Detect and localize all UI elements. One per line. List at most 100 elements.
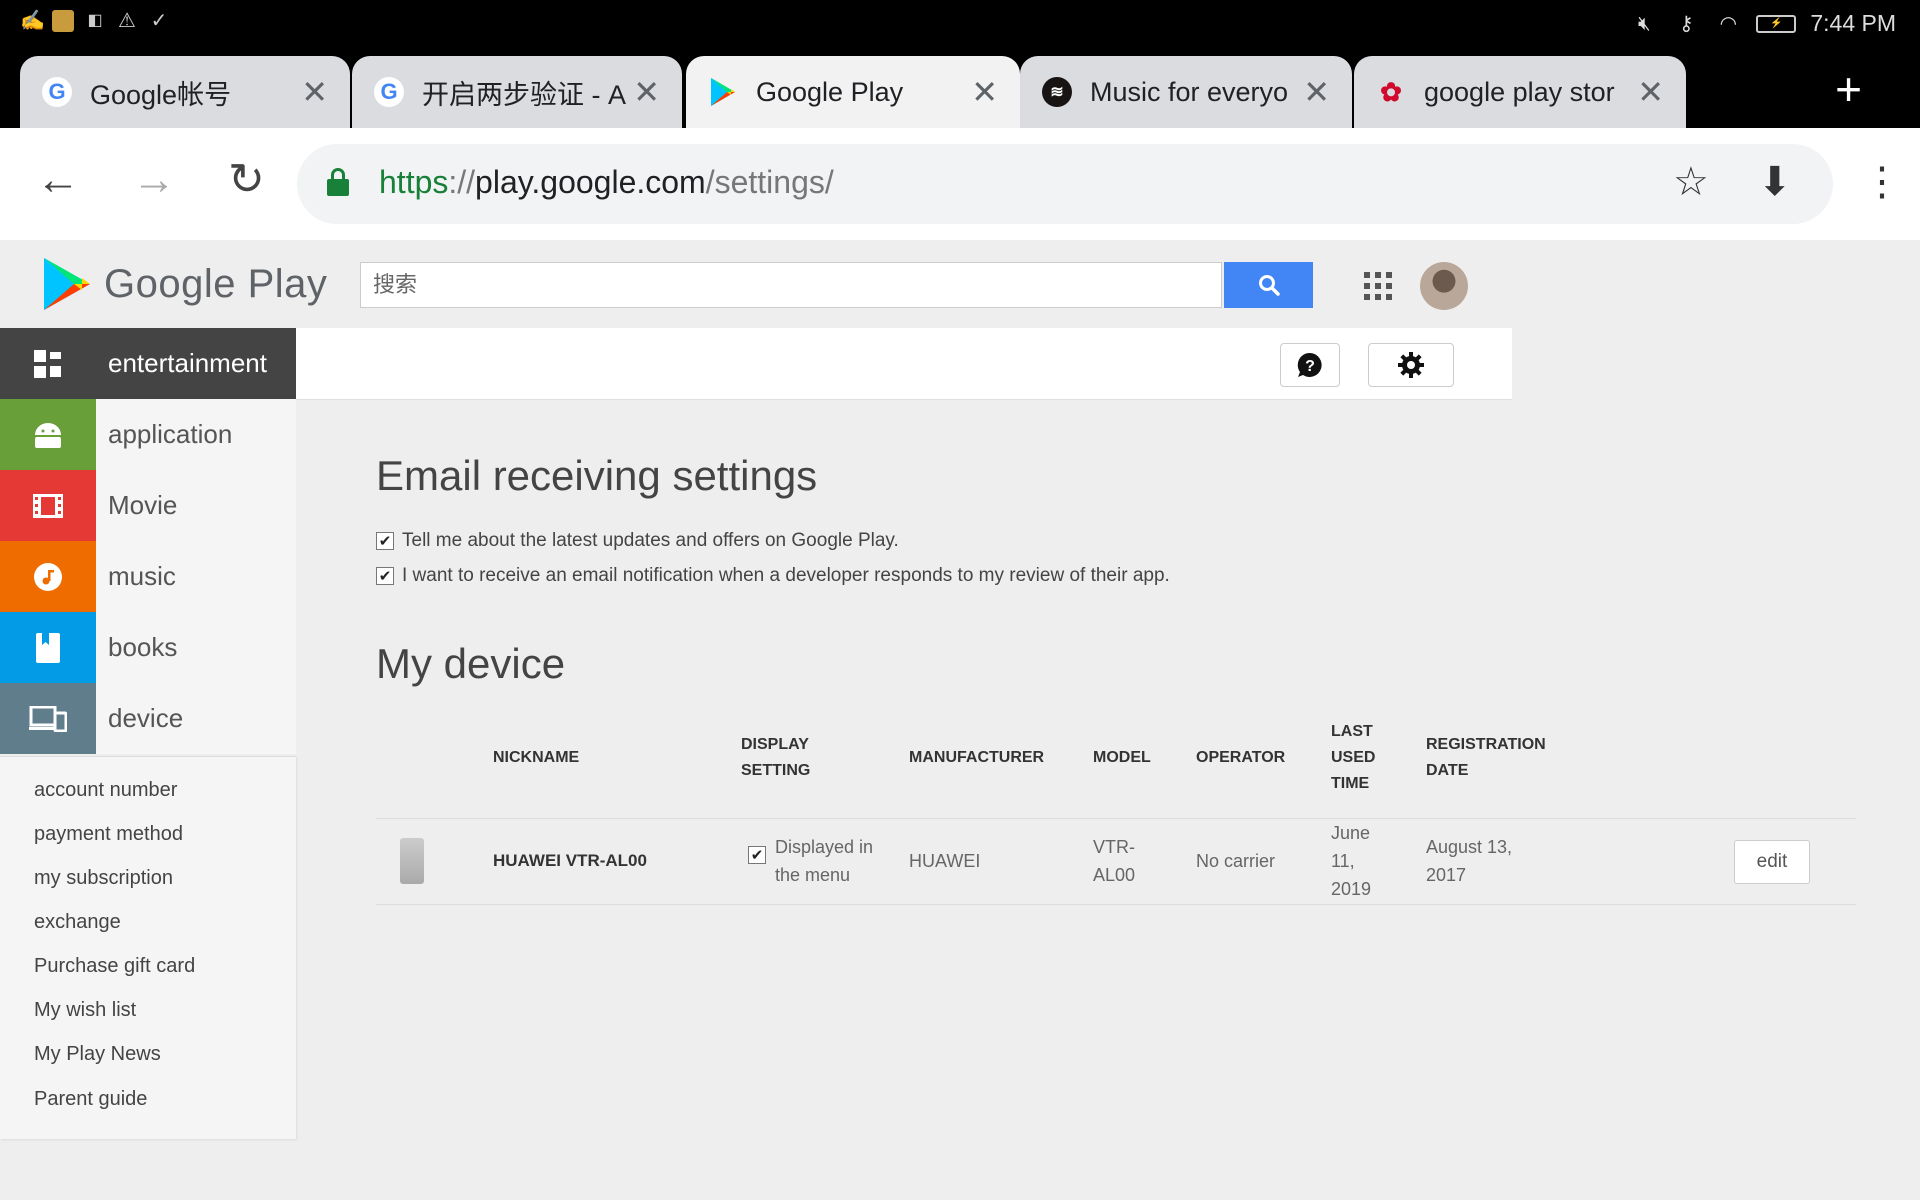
option-label: Tell me about the latest updates and off…	[402, 530, 899, 551]
mute-icon: 🔇︎	[1638, 12, 1651, 35]
edit-device-button[interactable]: edit	[1734, 840, 1810, 884]
checkbox-checked[interactable]: ✔	[376, 567, 394, 585]
tab-title: google play stor	[1424, 76, 1615, 107]
device-last-used: June 11, 2019	[1331, 823, 1372, 899]
menu-item-payment-method[interactable]: payment method	[34, 823, 183, 846]
close-tab-icon[interactable]: ✕	[301, 74, 328, 110]
device-registration-date: August 13, 2017	[1426, 837, 1513, 885]
sign-icon: ✍	[20, 10, 45, 32]
close-tab-icon[interactable]: ✕	[1303, 74, 1330, 110]
menu-item-my-subscription[interactable]: my subscription	[34, 867, 173, 890]
warning-icon: ⚠	[118, 10, 136, 32]
col-header-display-setting: DISPLAY SETTING	[741, 736, 811, 779]
google-icon: G	[42, 77, 72, 107]
nav-label: Movie	[108, 490, 178, 520]
menu-item-account-number[interactable]: account number	[34, 779, 177, 802]
category-nav: entertainment application Movie music bo…	[0, 328, 296, 754]
lock-icon	[327, 168, 349, 196]
tab-two-step[interactable]: G 开启两步验证 - A ✕	[352, 56, 682, 128]
film-icon	[0, 470, 96, 541]
tab-google-play[interactable]: Google Play ✕	[686, 56, 1020, 128]
book-icon	[0, 612, 96, 683]
google-play-icon	[708, 77, 738, 107]
device-operator: No carrier	[1196, 851, 1276, 871]
nav-label: books	[108, 632, 178, 662]
tab-huawei-search[interactable]: ✿ google play stor ✕	[1354, 56, 1686, 128]
spotify-icon: ≋	[1042, 77, 1072, 107]
tab-spotify[interactable]: ≋ Music for everyo ✕	[1020, 56, 1352, 128]
new-tab-icon[interactable]: +	[1835, 66, 1862, 112]
nav-item-device[interactable]: device	[0, 683, 296, 754]
checkbox-checked[interactable]: ✔	[376, 532, 394, 550]
nav-item-books[interactable]: books	[0, 612, 296, 683]
notification-icons: ✍ ◧ ⚠ ✓	[20, 10, 170, 32]
display-setting-checkbox[interactable]: ✔	[748, 846, 774, 864]
close-tab-icon[interactable]: ✕	[1637, 74, 1664, 110]
nav-item-application[interactable]: application	[0, 399, 296, 470]
nav-item-entertainment[interactable]: entertainment	[0, 328, 296, 399]
col-header-operator: OPERATOR	[1196, 749, 1286, 766]
vpn-key-icon: ⚷	[1679, 12, 1694, 35]
wifi-icon: ◠	[1719, 12, 1738, 35]
music-icon	[0, 541, 96, 612]
back-icon[interactable]: ←	[36, 158, 80, 202]
play-logo-icon	[44, 258, 90, 310]
svg-text:?: ?	[1305, 358, 1315, 375]
devices-icon	[0, 683, 96, 754]
bookmark-star-icon[interactable]: ☆	[1673, 160, 1709, 204]
reload-icon[interactable]: ↻	[228, 158, 265, 202]
tab-title: Music for everyo	[1090, 76, 1289, 107]
url-text[interactable]: https://play.google.com/settings/	[379, 164, 834, 201]
tab-title: Google Play	[756, 76, 904, 107]
close-tab-icon[interactable]: ✕	[971, 74, 998, 110]
device-model: VTR- AL00	[1093, 837, 1136, 885]
col-header-last-used: LAST USED TIME	[1331, 723, 1376, 792]
my-device-title: My device	[376, 640, 566, 687]
download-icon[interactable]: ⬇	[1758, 160, 1792, 204]
google-play-logo[interactable]: Google Play	[42, 256, 327, 312]
email-option-dev-response[interactable]: ✔ I want to receive an email notificatio…	[376, 565, 1170, 587]
android-icon	[0, 399, 96, 470]
action-strip: ?	[296, 328, 1512, 400]
close-tab-icon[interactable]: ✕	[633, 74, 660, 110]
menu-item-parent-guide[interactable]: Parent guide	[34, 1088, 147, 1111]
nav-label: music	[108, 561, 176, 591]
more-menu-icon[interactable]: ⋮	[1862, 160, 1902, 204]
table-divider	[376, 818, 1856, 819]
play-brand-text: Google Play	[104, 261, 328, 306]
table-divider	[376, 904, 1856, 905]
search-box[interactable]	[360, 262, 1222, 308]
outlook-icon: ◧	[87, 12, 103, 29]
account-menu: account number payment method my subscri…	[0, 756, 296, 1139]
forward-icon[interactable]: →	[132, 158, 176, 202]
search-input[interactable]	[361, 263, 1201, 307]
menu-item-purchase-gift-card[interactable]: Purchase gift card	[34, 955, 195, 978]
nav-label: device	[108, 703, 184, 733]
menu-item-play-news[interactable]: My Play News	[34, 1043, 161, 1066]
menu-item-exchange[interactable]: exchange	[34, 911, 121, 934]
search-button[interactable]	[1224, 262, 1313, 308]
settings-button[interactable]	[1368, 343, 1454, 387]
tab-google-account[interactable]: G Google帐号 ✕	[20, 56, 350, 128]
apps-grid-icon[interactable]	[1364, 272, 1392, 300]
photo-icon	[52, 10, 74, 32]
tab-title: 开启两步验证 - A	[422, 79, 627, 110]
browser-toolbar: ← → ↻ https://play.google.com/settings/ …	[0, 128, 1920, 240]
nav-item-movie[interactable]: Movie	[0, 470, 296, 541]
avatar[interactable]	[1420, 262, 1468, 310]
help-button[interactable]: ?	[1280, 343, 1340, 387]
device-manufacturer: HUAWEI	[909, 851, 981, 871]
col-header-manufacturer: MANUFACTURER	[909, 749, 1045, 766]
email-option-offers[interactable]: ✔ Tell me about the latest updates and o…	[376, 530, 899, 552]
menu-item-wish-list[interactable]: My wish list	[34, 999, 136, 1022]
address-bar[interactable]: https://play.google.com/settings/	[297, 144, 1833, 224]
option-label: I want to receive an email notification …	[402, 565, 1170, 586]
device-nickname: HUAWEI VTR-AL00	[493, 851, 647, 870]
battery-icon: ⚡	[1756, 14, 1797, 33]
col-header-nickname: NICKNAME	[493, 749, 580, 766]
col-header-model: MODEL	[1093, 749, 1151, 766]
col-header-registration-date: REGISTRATION DATE	[1426, 736, 1546, 779]
checkbox-checked[interactable]: ✔	[748, 846, 766, 864]
nav-item-music[interactable]: music	[0, 541, 296, 612]
email-settings-title: Email receiving settings	[376, 452, 818, 499]
